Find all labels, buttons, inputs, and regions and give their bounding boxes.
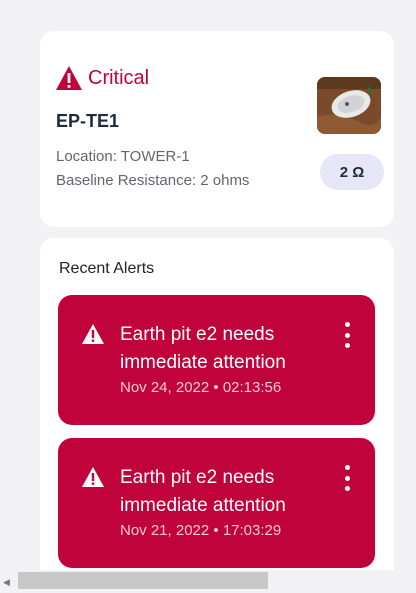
scroll-left-icon[interactable]: ◀	[3, 577, 10, 588]
horizontal-scrollbar[interactable]: ◀	[0, 570, 416, 593]
recent-alerts-card: Recent Alerts Earth pit e2 needs immedia…	[40, 238, 394, 578]
resistance-badge: 2 Ω	[320, 154, 384, 190]
device-status-card: Critical EP-TE1 Location: TOWER-1 Baseli…	[40, 31, 394, 227]
device-location: Location: TOWER-1	[56, 148, 190, 165]
alert-timestamp: Nov 24, 2022 • 02:13:56	[120, 379, 282, 396]
warning-icon	[82, 467, 104, 487]
device-photo[interactable]	[317, 77, 381, 134]
more-options-icon[interactable]	[339, 465, 355, 491]
alert-message: Earth pit e2 needs immediate attention	[120, 467, 286, 516]
alert-item[interactable]: Earth pit e2 needs immediate attention N…	[58, 438, 375, 568]
warning-icon	[82, 324, 104, 344]
baseline-resistance: Baseline Resistance: 2 ohms	[56, 172, 250, 189]
alerts-title: Recent Alerts	[59, 260, 155, 277]
scrollbar-thumb[interactable]	[18, 572, 268, 589]
alert-timestamp: Nov 21, 2022 • 17:03:29	[120, 522, 282, 539]
alert-message: Earth pit e2 needs immediate attention	[120, 324, 286, 373]
status-label: Critical	[88, 66, 150, 89]
warning-triangle-icon	[56, 66, 82, 90]
device-id: EP-TE1	[56, 111, 120, 131]
more-options-icon[interactable]	[339, 322, 355, 348]
alert-item[interactable]: Earth pit e2 needs immediate attention N…	[58, 295, 375, 425]
status-indicator: Critical	[55, 65, 149, 91]
